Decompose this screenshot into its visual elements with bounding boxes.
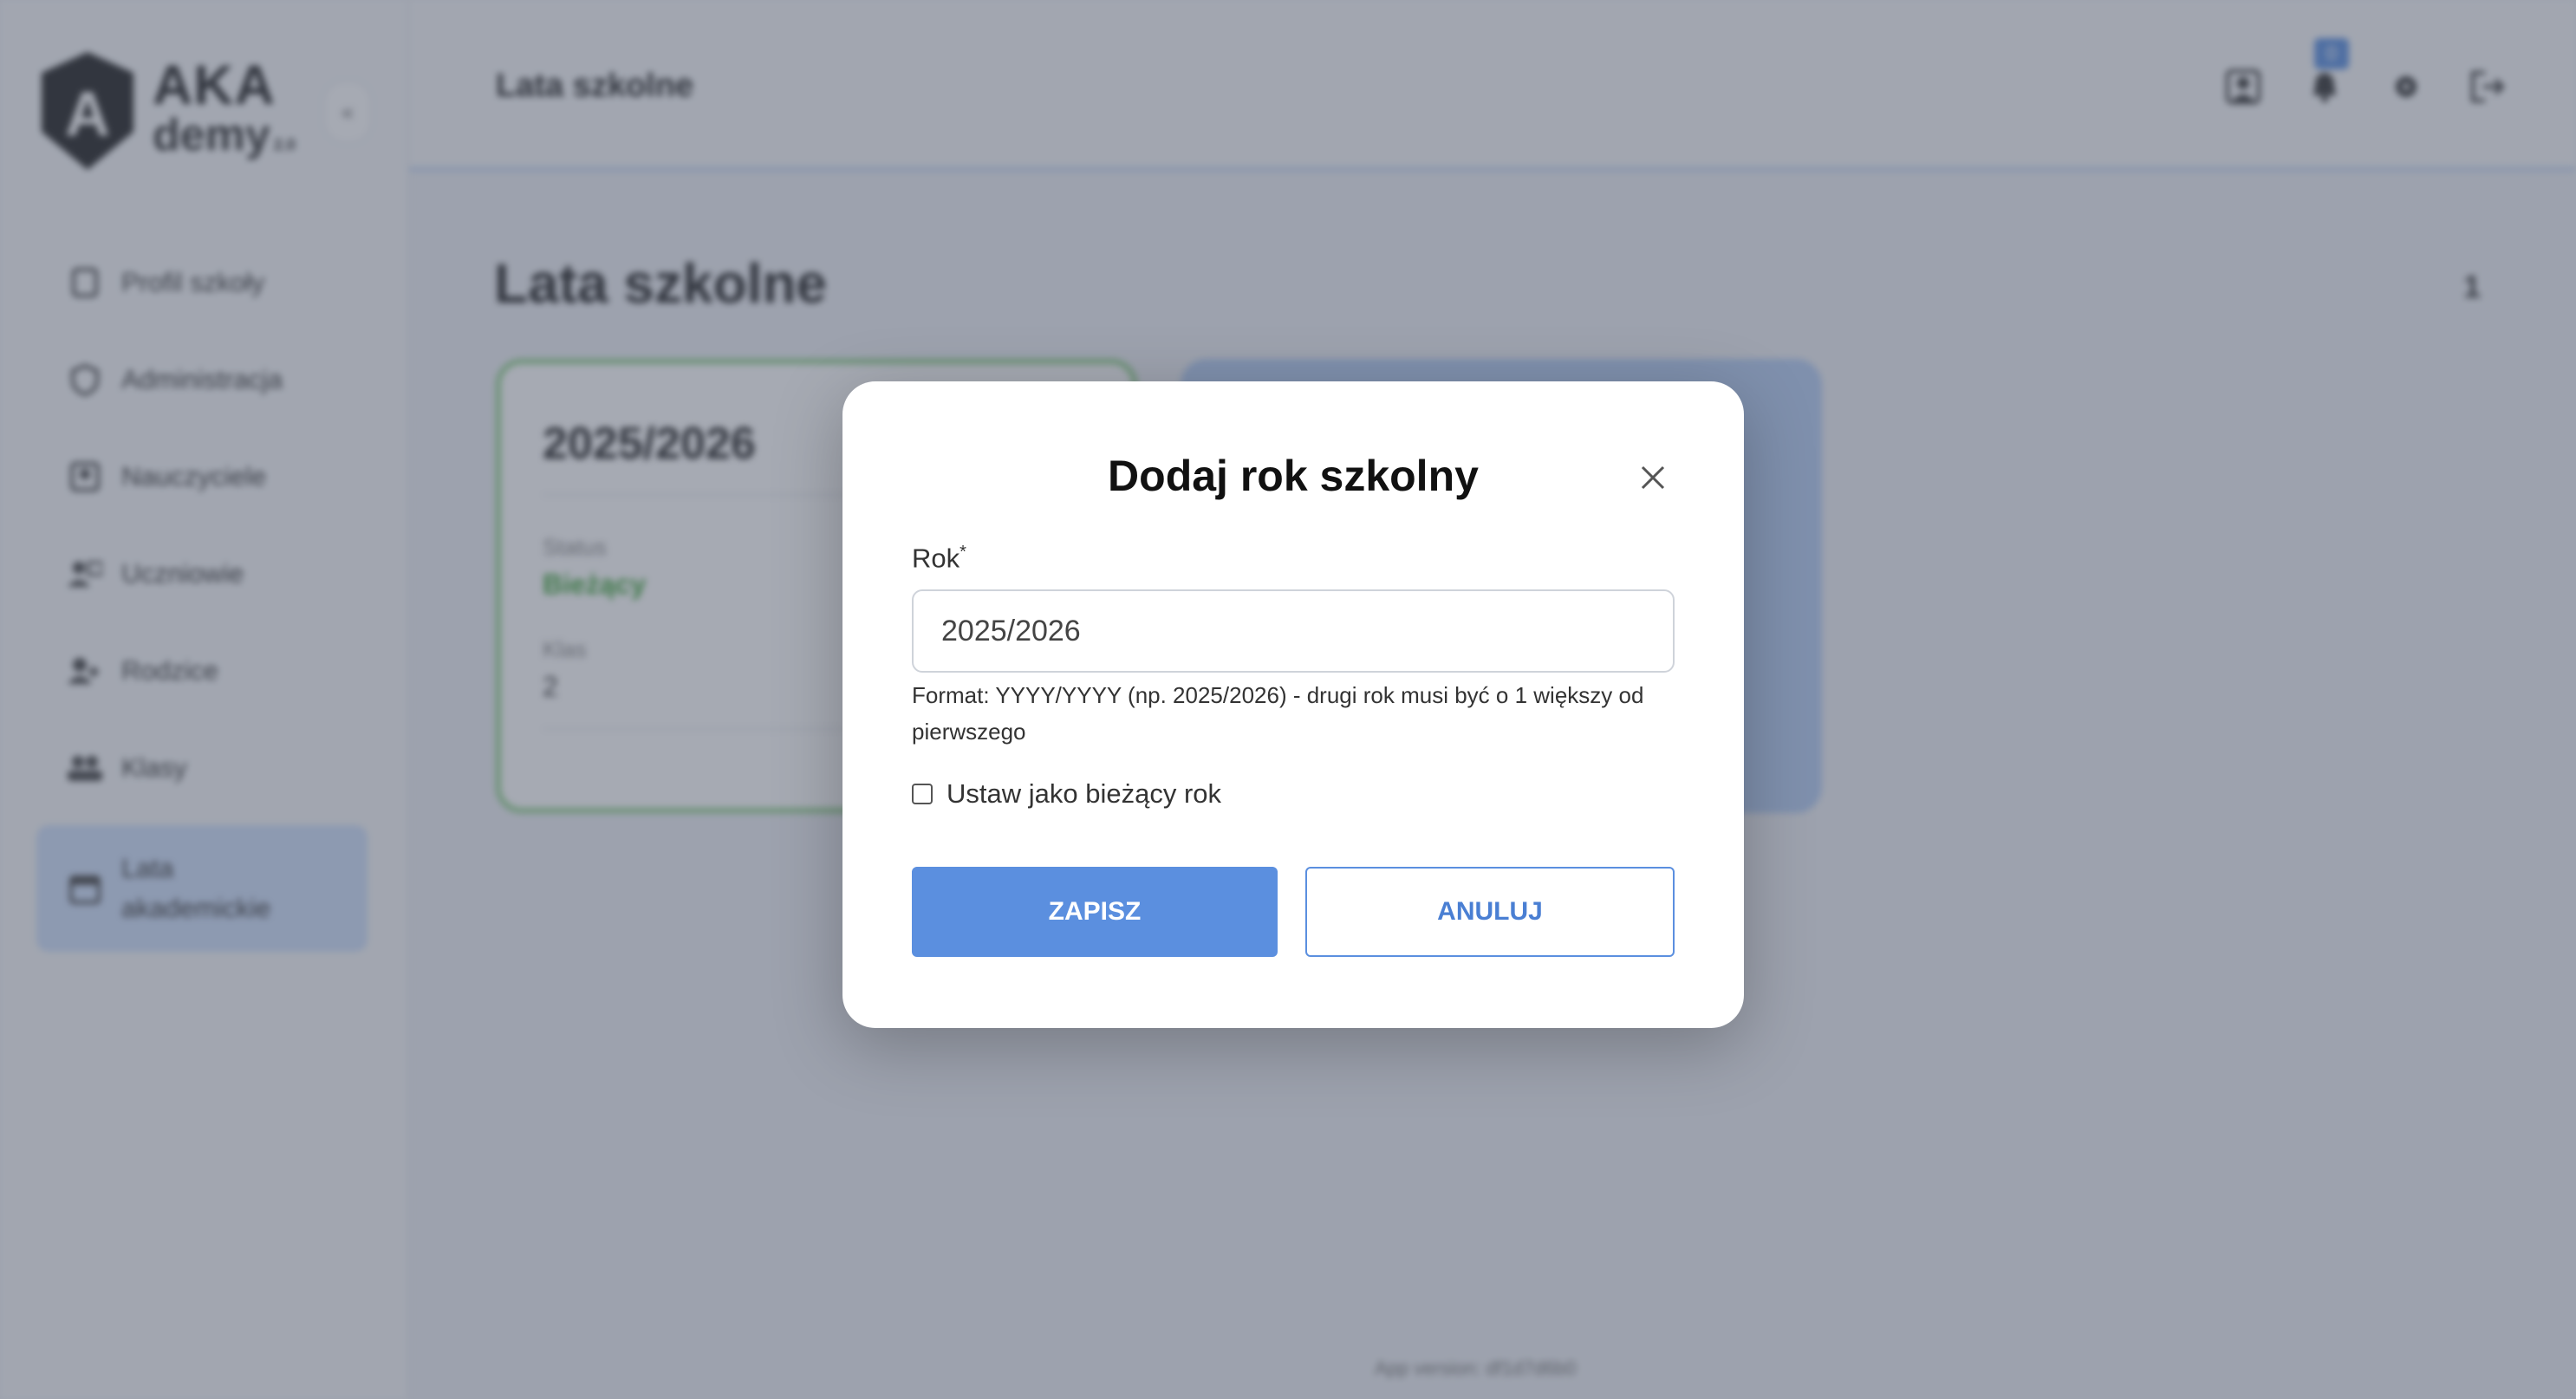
cancel-button[interactable]: ANULUJ xyxy=(1305,867,1675,957)
year-format-hint: Format: YYYY/YYYY (np. 2025/2026) - drug… xyxy=(912,682,1644,745)
year-field-label: Rok* xyxy=(912,543,966,574)
current-year-checkbox-label[interactable]: Ustaw jako bieżący rok xyxy=(946,778,1221,810)
required-mark: * xyxy=(959,543,966,562)
close-icon xyxy=(1641,465,1665,490)
dialog-title: Dodaj rok szkolny xyxy=(1108,452,1479,500)
add-school-year-dialog: Dodaj rok szkolny Rok* Format: YYYY/YYYY… xyxy=(842,381,1744,1028)
year-input[interactable] xyxy=(912,589,1675,673)
current-year-checkbox-row[interactable]: Ustaw jako bieżący rok xyxy=(912,778,1221,810)
save-button[interactable]: ZAPISZ xyxy=(912,867,1278,957)
close-button[interactable] xyxy=(1638,463,1668,492)
year-field-label-text: Rok xyxy=(912,543,960,574)
current-year-checkbox[interactable] xyxy=(912,784,933,804)
